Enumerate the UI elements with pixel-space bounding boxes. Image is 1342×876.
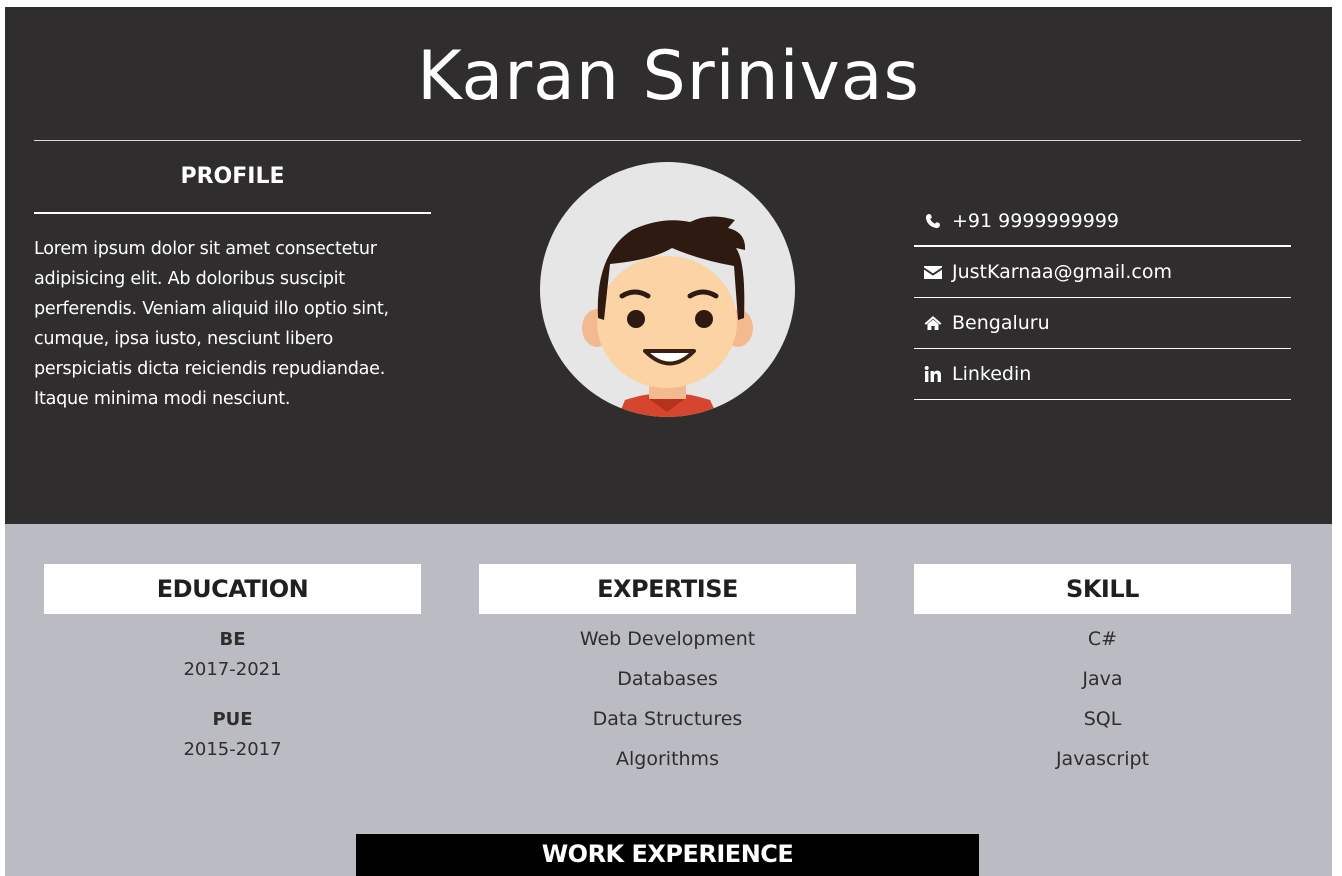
skill-item: C# <box>1087 628 1118 650</box>
envelope-icon <box>923 263 943 281</box>
expertise-item: Algorithms <box>616 748 719 770</box>
education-years: 2015-2017 <box>183 739 282 760</box>
expertise-heading: EXPERTISE <box>479 564 856 614</box>
contact-phone[interactable]: +91 9999999999 <box>914 197 1291 247</box>
contact-phone-text: +91 9999999999 <box>952 210 1120 232</box>
expertise-column: EXPERTISE Web Development Databases Data… <box>479 564 856 779</box>
linkedin-icon <box>923 365 943 383</box>
expertise-item: Data Structures <box>592 708 743 730</box>
education-heading: EDUCATION <box>44 564 421 614</box>
avatar <box>540 162 795 417</box>
profile-heading: PROFILE <box>180 164 285 189</box>
education-item: BE 2017-2021 <box>44 625 421 705</box>
skill-column: SKILL C# Java SQL Javascript <box>914 564 1291 779</box>
resume-page: Karan Srinivas PROFILE Lorem ipsum dolor… <box>5 7 1332 876</box>
contact-linkedin-text: Linkedin <box>952 363 1032 385</box>
home-icon <box>923 314 943 332</box>
contact-email[interactable]: JustKarnaa@gmail.com <box>914 247 1291 298</box>
contact-email-text: JustKarnaa@gmail.com <box>952 261 1172 283</box>
details-section: EDUCATION BE 2017-2021 PUE 2015-2017 EXP… <box>5 524 1332 876</box>
education-degree: PUE <box>212 709 253 730</box>
profile-divider <box>34 212 431 214</box>
profile-text: Lorem ipsum dolor sit amet consectetur a… <box>34 239 389 409</box>
cartoon-avatar-icon <box>540 162 795 417</box>
skill-item: SQL <box>1083 708 1122 730</box>
education-item: PUE 2015-2017 <box>44 705 421 785</box>
hero-section: Karan Srinivas PROFILE Lorem ipsum dolor… <box>5 7 1332 524</box>
skill-heading: SKILL <box>914 564 1291 614</box>
expertise-list: Web Development Databases Data Structure… <box>479 619 856 779</box>
skill-item: Javascript <box>1055 748 1150 770</box>
header-divider <box>34 140 1301 141</box>
expertise-item: Web Development <box>579 628 756 650</box>
contact-linkedin[interactable]: Linkedin <box>914 349 1291 400</box>
education-degree: BE <box>219 629 246 650</box>
contact-list: +91 9999999999 JustKarnaa@gmail.com Beng… <box>914 197 1291 400</box>
skill-item: Java <box>1082 668 1123 690</box>
education-column: EDUCATION BE 2017-2021 PUE 2015-2017 <box>44 564 421 785</box>
work-experience-heading: WORK EXPERIENCE <box>356 834 979 876</box>
skill-list: C# Java SQL Javascript <box>914 619 1291 779</box>
expertise-item: Databases <box>617 668 718 690</box>
education-years: 2017-2021 <box>183 659 282 680</box>
phone-icon <box>923 212 943 230</box>
contact-location-text: Bengaluru <box>952 312 1050 334</box>
contact-location[interactable]: Bengaluru <box>914 298 1291 349</box>
person-name: Karan Srinivas <box>417 37 920 116</box>
